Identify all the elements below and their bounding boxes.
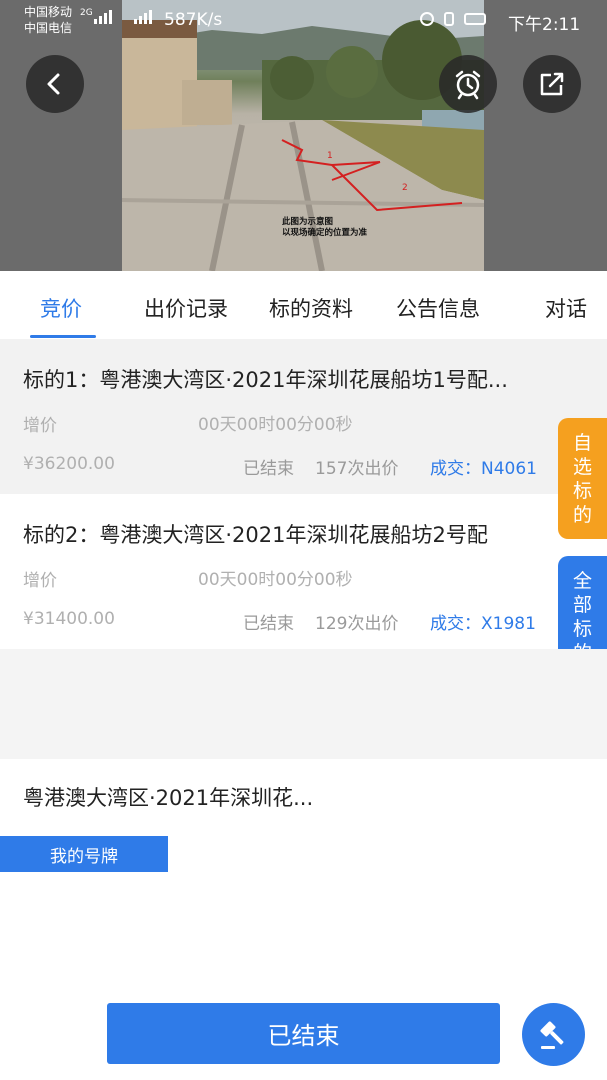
auction-ended-button[interactable]: 已结束 — [107, 1003, 500, 1064]
signal-icon — [94, 10, 112, 24]
lot-winner: 成交：X1981 — [430, 614, 536, 634]
network-speed: 587K/s — [164, 10, 223, 30]
header-image-area: 1 2 此图为示意图 以现场确定的位置为准 中国移动 中国电信 2G 587K/… — [0, 0, 607, 271]
status-bar: 中国移动 中国电信 2G 587K/s 下午2:11 — [0, 0, 607, 40]
section-divider — [0, 649, 607, 759]
lot-type-label: 增价 — [23, 416, 57, 436]
status-icons — [420, 12, 486, 26]
carrier-2: 中国电信 — [24, 21, 73, 35]
gavel-icon — [539, 1020, 563, 1049]
lot-photo[interactable]: 1 2 此图为示意图 以现场确定的位置为准 — [122, 0, 484, 271]
active-tab-indicator — [30, 335, 96, 338]
status-time: 下午2:11 — [508, 15, 581, 35]
vibrate-status-icon — [444, 12, 454, 26]
share-icon — [540, 72, 564, 96]
share-button[interactable] — [523, 55, 581, 113]
alarm-status-icon — [420, 12, 434, 26]
photo-caption-line-1: 此图为示意图 — [282, 217, 334, 227]
tab-announcements[interactable]: 公告信息 — [396, 293, 480, 323]
alarm-clock-icon — [455, 70, 481, 100]
marker-1: 1 — [327, 151, 333, 161]
signal-icon-2 — [134, 10, 152, 24]
lot-status: 已结束 — [243, 459, 294, 479]
photo-caption-line-2: 以现场确定的位置为准 — [282, 228, 368, 238]
tab-lot-documents[interactable]: 标的资料 — [269, 293, 353, 323]
lot-card-2[interactable]: 标的2：粤港澳大湾区·2021年深圳花展船坊2号配 增价 00天00时00分00… — [0, 494, 607, 649]
tab-chat[interactable]: 对话 — [545, 293, 587, 323]
lot-title: 标的1：粤港澳大湾区·2021年深圳花展船坊1号配... — [23, 368, 508, 392]
lot-card-1[interactable]: 标的1：粤港澳大湾区·2021年深圳花展船坊1号配... 增价 00天00时00… — [0, 339, 607, 494]
favorite-lots-label: 自选标的 — [572, 431, 592, 526]
network-type: 2G — [80, 8, 93, 18]
lot-bid-count: 157次出价 — [315, 459, 399, 479]
lot-status: 已结束 — [243, 614, 294, 634]
carrier-1: 中国移动 — [24, 5, 73, 19]
gavel-button[interactable] — [522, 1003, 585, 1066]
tab-bar: 竞价 出价记录 标的资料 公告信息 对话 — [0, 271, 607, 338]
reminder-button[interactable] — [439, 55, 497, 113]
marker-2: 2 — [402, 183, 408, 193]
back-button[interactable] — [26, 55, 84, 113]
auction-title: 粤港澳大湾区·2021年深圳花... — [23, 786, 314, 810]
tab-bidding[interactable]: 竞价 — [40, 293, 82, 323]
lot-type-label: 增价 — [23, 571, 57, 591]
lot-price: ¥36200.00 — [23, 454, 115, 474]
lot-price: ¥31400.00 — [23, 609, 115, 629]
lot-winner: 成交：N4061 — [430, 459, 537, 479]
battery-icon — [464, 13, 486, 25]
photo-caption: 此图为示意图 以现场确定的位置为准 — [282, 217, 442, 239]
carrier-info: 中国移动 中国电信 — [24, 4, 72, 36]
lot-title: 标的2：粤港澳大湾区·2021年深圳花展船坊2号配 — [23, 523, 488, 547]
lot-countdown: 00天00时00分00秒 — [198, 570, 353, 590]
lot-bid-count: 129次出价 — [315, 614, 399, 634]
lot-countdown: 00天00时00分00秒 — [198, 415, 353, 435]
back-icon — [47, 73, 60, 95]
my-paddle-badge[interactable]: 我的号牌 — [0, 836, 168, 872]
favorite-lots-tab[interactable]: 自选标的 — [558, 418, 607, 539]
tab-bid-records[interactable]: 出价记录 — [144, 293, 228, 323]
